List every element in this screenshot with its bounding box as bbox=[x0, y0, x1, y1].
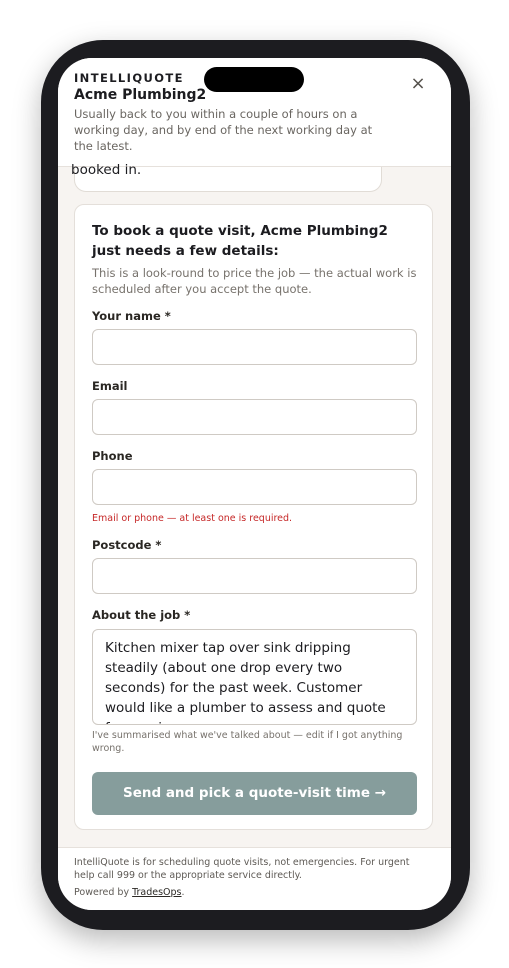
postcode-label: Postcode * bbox=[92, 538, 162, 552]
job-label: About the job * bbox=[92, 608, 191, 622]
send-and-pick-time-button[interactable]: Send and pick a quote-visit time → bbox=[92, 772, 417, 815]
email-input[interactable] bbox=[92, 399, 417, 435]
tradesops-link[interactable]: TradesOps bbox=[132, 887, 181, 898]
brand-name: INTELLIQUOTE bbox=[74, 71, 184, 85]
response-time-note: Usually back to you within a couple of h… bbox=[74, 107, 373, 153]
powered-by-prefix: Powered by bbox=[74, 887, 133, 898]
widget-footer: IntelliQuote is for scheduling quote vis… bbox=[58, 847, 451, 910]
email-label: Email bbox=[92, 379, 128, 393]
business-name: Acme Plumbing2 bbox=[74, 87, 207, 103]
powered-by: Powered by TradesOps. bbox=[74, 887, 185, 898]
phone-input[interactable] bbox=[92, 469, 417, 505]
close-icon[interactable]: × bbox=[410, 74, 426, 94]
summary-hint: I've summarised what we've talked about … bbox=[92, 730, 403, 754]
name-input[interactable] bbox=[92, 329, 417, 365]
chat-widget-screen: booked in. INTELLIQUOTE Acme Plumbing2 U… bbox=[58, 58, 451, 910]
emergency-disclaimer: IntelliQuote is for scheduling quote vis… bbox=[74, 857, 410, 881]
contact-error-message: Email or phone — at least one is require… bbox=[92, 513, 293, 524]
dynamic-island bbox=[204, 67, 304, 92]
phone-label: Phone bbox=[92, 449, 133, 463]
form-subtitle: This is a look-round to price the job — … bbox=[92, 266, 417, 296]
chat-message-text: booked in. bbox=[71, 162, 142, 178]
quote-visit-form: To book a quote visit, Acme Plumbing2 ju… bbox=[74, 204, 433, 830]
powered-by-suffix: . bbox=[181, 887, 185, 898]
postcode-input[interactable] bbox=[92, 558, 417, 594]
job-description-textarea[interactable]: Kitchen mixer tap over sink dripping ste… bbox=[92, 629, 417, 725]
name-label: Your name * bbox=[92, 309, 171, 323]
form-title: To book a quote visit, Acme Plumbing2 ju… bbox=[92, 223, 388, 259]
